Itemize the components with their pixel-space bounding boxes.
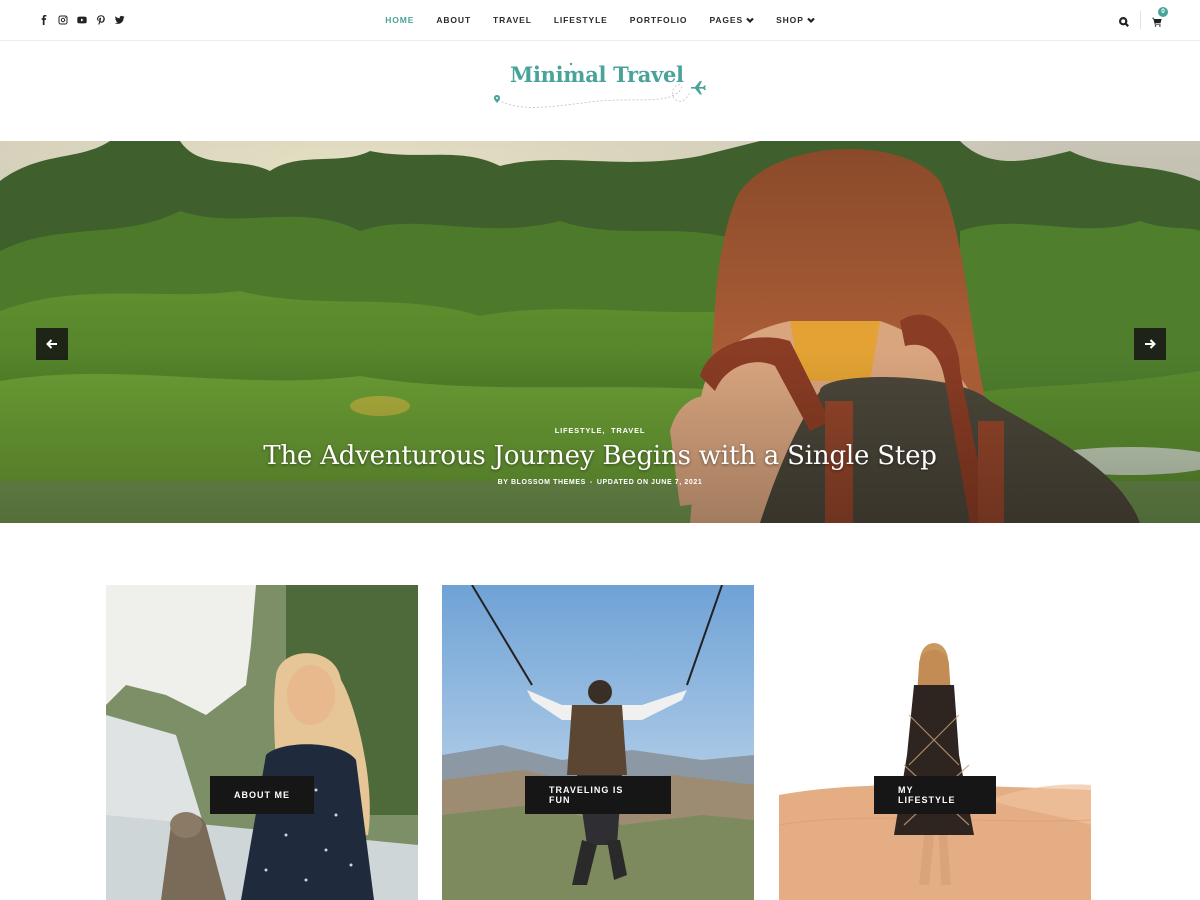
category-separator: , <box>602 426 606 435</box>
nav-item-lifestyle[interactable]: LIFESTYLE <box>543 15 619 25</box>
traveling-button[interactable]: TRAVELING IS FUN <box>525 776 671 814</box>
promo-card-about[interactable]: ABOUT ME <box>106 585 418 900</box>
cart-icon[interactable]: 0 <box>1152 7 1168 27</box>
hero-categories: LIFESTYLE, TRAVEL <box>200 426 1000 435</box>
nav-item-pages[interactable]: PAGES <box>698 15 765 25</box>
about-me-image <box>106 585 418 900</box>
about-me-button[interactable]: ABOUT ME <box>210 776 314 814</box>
arrow-left-icon[interactable] <box>36 328 68 360</box>
cart-count-badge: 0 <box>1158 7 1168 17</box>
search-icon[interactable] <box>1118 14 1131 27</box>
site-logo[interactable]: Minimal Travel <box>480 52 720 132</box>
category-link-lifestyle[interactable]: LIFESTYLE <box>555 426 603 435</box>
chevron-down-icon <box>746 16 754 24</box>
arrow-right-icon[interactable] <box>1134 328 1166 360</box>
promo-card-lifestyle[interactable]: MY LIFESTYLE <box>779 585 1091 900</box>
hero-caption: LIFESTYLE, TRAVEL The Adventurous Journe… <box>200 426 1000 486</box>
traveling-image <box>442 585 754 900</box>
nav-item-label: TRAVEL <box>493 15 532 25</box>
logo-text: Minimal Travel <box>510 62 684 87</box>
nav-item-label: PORTFOLIO <box>629 15 688 25</box>
nav-item-label: ABOUT <box>436 15 472 25</box>
header-tools: 0 <box>1118 7 1168 30</box>
hero-title[interactable]: The Adventurous Journey Begins with a Si… <box>200 441 1000 471</box>
category-link-travel[interactable]: TRAVEL <box>611 426 645 435</box>
nav-item-shop[interactable]: SHOP <box>765 15 826 25</box>
top-bar: HOME ABOUT TRAVEL LIFESTYLE PORTFOLIO PA… <box>0 0 1200 41</box>
nav-item-label: HOME <box>385 15 415 25</box>
hero-meta: BY BLOSSOM THEMES - UPDATED ON JUNE 7, 202… <box>200 479 1000 486</box>
lifestyle-image <box>779 585 1091 900</box>
nav-item-label: SHOP <box>776 15 804 25</box>
promo-card-travel[interactable]: TRAVELING IS FUN <box>442 585 754 900</box>
hero-slider[interactable]: LIFESTYLE, TRAVEL The Adventurous Journe… <box>0 141 1200 523</box>
main-navigation: HOME ABOUT TRAVEL LIFESTYLE PORTFOLIO PA… <box>0 0 1200 40</box>
lifestyle-button[interactable]: MY LIFESTYLE <box>874 776 996 814</box>
tools-divider <box>1140 11 1141 29</box>
nav-item-label: PAGES <box>709 15 744 25</box>
post-author[interactable]: BY BLOSSOM THEMES <box>498 479 586 486</box>
meta-separator: - <box>589 479 593 486</box>
post-updated-date: UPDATED ON JUNE 7, 2021 <box>596 479 703 486</box>
nav-item-about[interactable]: ABOUT <box>425 15 482 25</box>
nav-item-portfolio[interactable]: PORTFOLIO <box>619 15 699 25</box>
nav-item-travel[interactable]: TRAVEL <box>482 15 543 25</box>
chevron-down-icon <box>807 16 815 24</box>
nav-item-label: LIFESTYLE <box>553 15 608 25</box>
nav-item-home[interactable]: HOME <box>374 15 425 25</box>
